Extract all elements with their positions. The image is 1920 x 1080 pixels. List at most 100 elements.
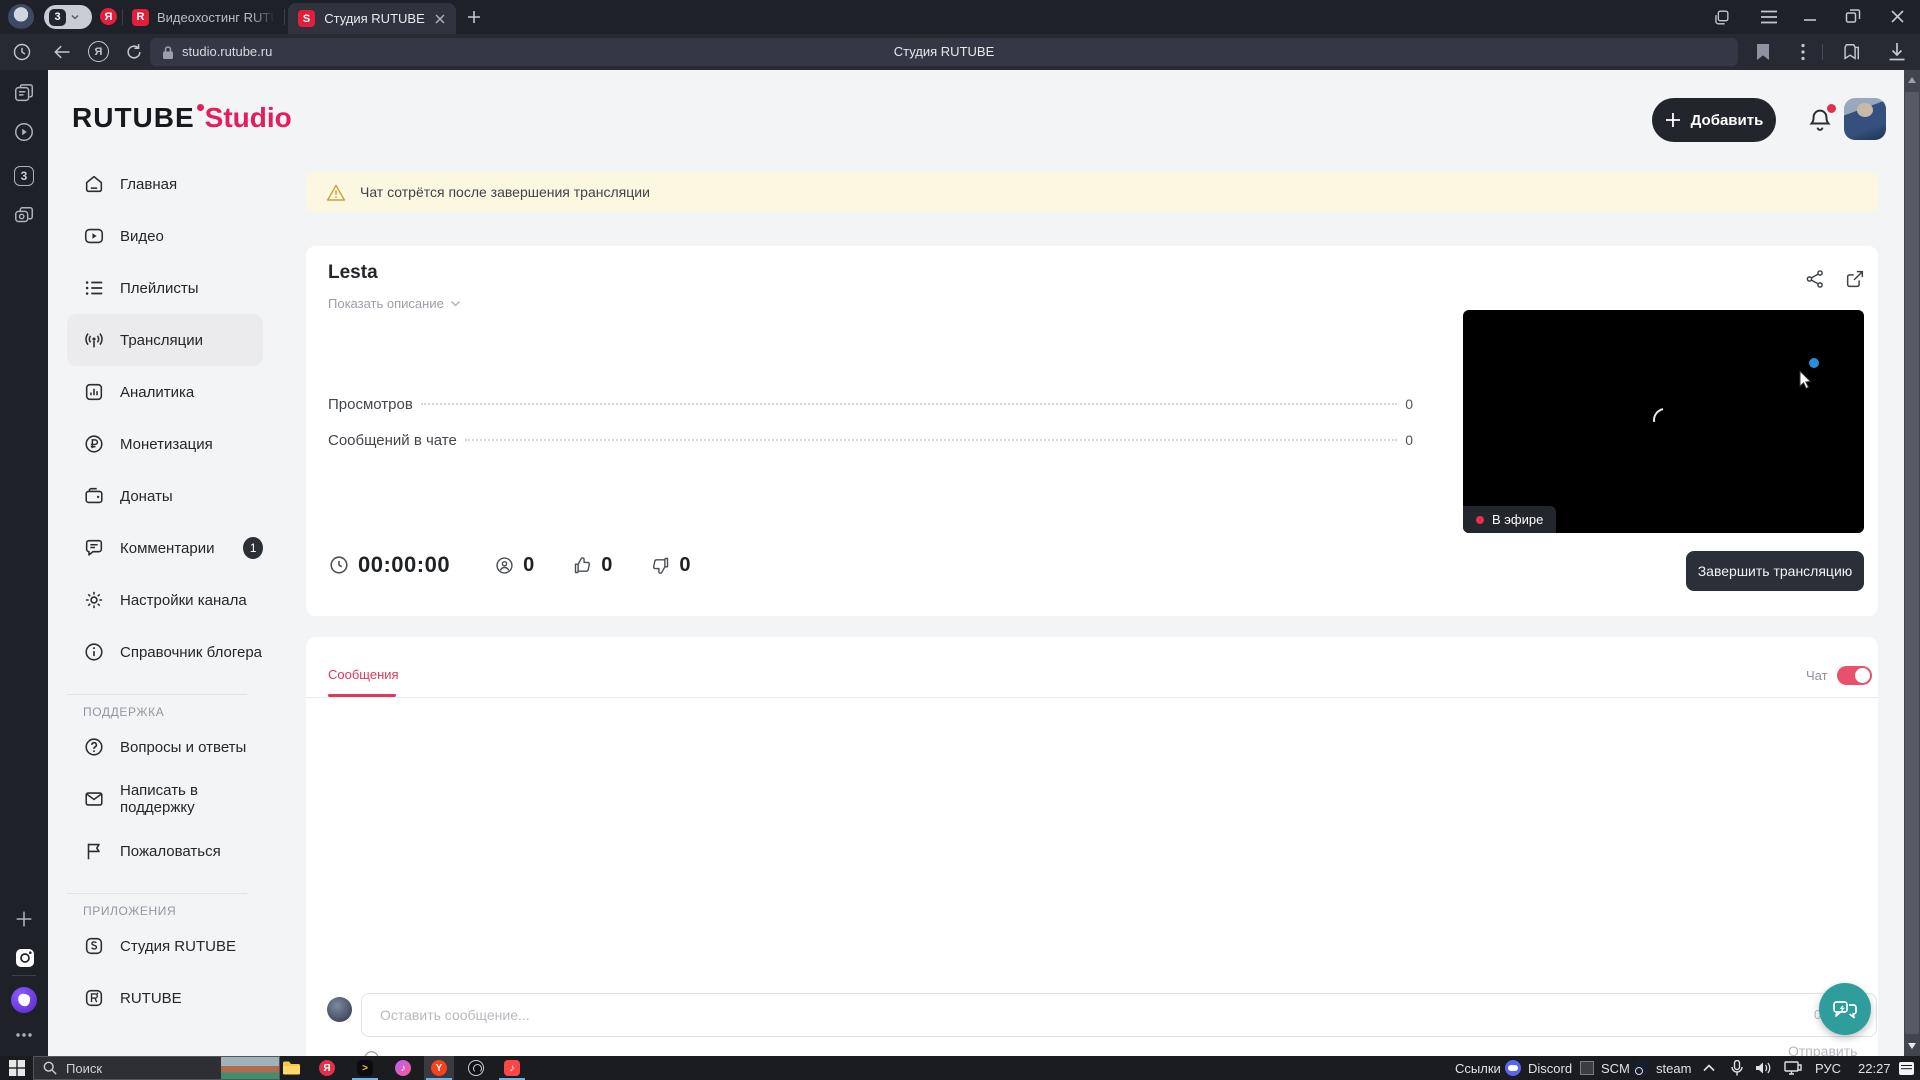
close-window-icon[interactable] [1890, 9, 1905, 24]
sidebar-item-home[interactable]: Главная [67, 158, 263, 210]
sidebar-item-report[interactable]: Пожаловаться [67, 825, 263, 877]
chat-user-avatar [327, 997, 352, 1022]
sidebar-item-faq[interactable]: Вопросы и ответы [67, 721, 263, 773]
browser-toolbar: Я studio.rutube.ru Студия RUTUBE [0, 34, 1920, 70]
collections-icon[interactable] [1840, 42, 1862, 62]
tabs-count-panel-icon[interactable]: 3 [14, 166, 34, 186]
chat-message-input[interactable] [361, 993, 1877, 1037]
strip-divider [12, 975, 36, 976]
new-tab-icon[interactable] [466, 9, 482, 25]
share-icon[interactable] [1804, 268, 1826, 290]
tab-messages[interactable]: Сообщения [328, 667, 399, 682]
microphone-icon[interactable] [1731, 1060, 1743, 1076]
stat-value: 0 [1405, 432, 1413, 448]
tab-rutube-video[interactable]: R Видеохостинг RUTUBE. С [126, 0, 284, 34]
download-icon[interactable] [1888, 42, 1906, 62]
sidebar-item-app-rutube[interactable]: RUTUBE [67, 972, 263, 1024]
more-options-icon[interactable] [1800, 43, 1806, 61]
tray-discord[interactable]: Discord [1505, 1056, 1572, 1080]
warning-icon [326, 184, 346, 201]
add-panel-icon[interactable] [13, 908, 35, 930]
tray-steam[interactable]: steam [1633, 1056, 1691, 1080]
mail-icon [85, 792, 103, 806]
end-stream-button[interactable]: Завершить трансляцию [1686, 551, 1864, 591]
add-button[interactable]: Добавить [1652, 98, 1776, 142]
scroll-down-arrow[interactable] [1908, 1043, 1916, 1049]
dislike-icon[interactable] [650, 555, 671, 576]
taskbar-yandex-app[interactable]: Я [312, 1056, 342, 1080]
sidebar-item-contact-support[interactable]: Написать в поддержку [67, 773, 263, 825]
sidebar-item-playlists[interactable]: Плейлисты [67, 262, 263, 314]
support-chat-float-button[interactable] [1819, 983, 1871, 1035]
sidebar-item-comments[interactable]: Комментарии 1 [67, 522, 263, 574]
sidebar-item-broadcasts[interactable]: Трансляции [67, 314, 263, 366]
video-panel-icon[interactable] [13, 121, 35, 143]
sidebar-item-donations[interactable]: Донаты [67, 470, 263, 522]
scroll-up-arrow[interactable] [1908, 77, 1916, 83]
speaker-icon[interactable] [1755, 1061, 1772, 1075]
sidebar-item-label: Комментарии [120, 539, 215, 557]
stream-preview-player[interactable]: В эфире [1463, 310, 1864, 533]
show-description-link[interactable]: Показать описание [328, 296, 461, 311]
taskbar-dark-app[interactable]: > [350, 1056, 380, 1080]
instagram-icon[interactable] [13, 946, 37, 970]
chat-toggle[interactable] [1836, 666, 1872, 685]
network-icon[interactable] [1784, 1061, 1802, 1075]
logo-dot [196, 104, 204, 111]
close-tab-icon[interactable] [434, 13, 446, 25]
chat-warning-banner: Чат сотрётся после завершения трансляции [306, 172, 1878, 212]
sidebar-item-analytics[interactable]: Аналитика [67, 366, 263, 418]
refresh-icon[interactable] [124, 42, 144, 62]
studio-page: RUTUBE Studio Добавить Главная Видео Пле… [48, 70, 1904, 1063]
sidebar-item-app-studio[interactable]: Студия RUTUBE [67, 920, 263, 972]
news-widget-image[interactable] [221, 1057, 279, 1079]
browser-logo-icon[interactable] [8, 4, 34, 30]
alice-assistant-icon[interactable] [11, 987, 37, 1013]
sidebar-item-video[interactable]: Видео [67, 210, 263, 262]
start-button-icon[interactable] [9, 1060, 25, 1076]
language-label: РУС [1815, 1060, 1842, 1076]
rutube-studio-logo[interactable]: RUTUBE Studio [72, 102, 292, 134]
taskbar-obs[interactable] [461, 1056, 491, 1080]
discord-label: Discord [1528, 1060, 1573, 1076]
page-scrollbar[interactable] [1904, 70, 1920, 1056]
user-avatar[interactable] [1844, 98, 1886, 140]
panels-icon[interactable] [1712, 8, 1731, 27]
sidebar-item-monetization[interactable]: Монетизация [67, 418, 263, 470]
history-icon[interactable] [12, 42, 32, 62]
tab-group-pill[interactable]: 3 [44, 5, 92, 29]
taskbar-music2-app[interactable]: ♪ [497, 1056, 527, 1080]
tab-separator [284, 9, 285, 25]
tabs-divider [306, 697, 1878, 698]
tray-scm[interactable]: SCM [1580, 1056, 1630, 1080]
bookmark-icon[interactable] [1755, 43, 1771, 61]
minimize-icon[interactable] [1803, 12, 1817, 22]
sidebar-item-channel-settings[interactable]: Настройки канала [67, 574, 263, 626]
taskbar-explorer[interactable] [276, 1056, 306, 1080]
clock[interactable]: 22:27 [1858, 1056, 1891, 1080]
taskbar-search[interactable]: Поиск [33, 1056, 280, 1080]
rutube-app-icon [85, 989, 103, 1007]
like-icon[interactable] [572, 555, 593, 576]
strip-more-icon[interactable] [15, 1032, 33, 1038]
links-toolbar[interactable]: Ссылки [1455, 1056, 1501, 1080]
sidebar-item-blogger-guide[interactable]: Справочник блогера [67, 626, 263, 678]
screenshot-panel-icon[interactable] [13, 205, 35, 227]
tab-studio-rutube[interactable]: S Студия RUTUBE [288, 3, 456, 34]
tray-expand-icon[interactable] [1703, 1064, 1715, 1072]
scrollbar-thumb[interactable] [1905, 92, 1919, 1034]
action-center[interactable] [1899, 1056, 1914, 1080]
language-indicator[interactable]: РУС [1815, 1056, 1841, 1080]
feed-panel-icon[interactable] [13, 83, 35, 105]
scm-label: SCM [1601, 1060, 1630, 1076]
address-bar[interactable]: studio.rutube.ru Студия RUTUBE [150, 38, 1738, 66]
maximize-icon[interactable] [1845, 8, 1861, 24]
sidebar-item-label: Вопросы и ответы [120, 738, 247, 756]
taskbar-music-app[interactable]: ♪ [388, 1056, 418, 1080]
yandex-button[interactable]: Я [88, 41, 109, 62]
back-icon[interactable] [52, 43, 72, 61]
taskbar-yandex-browser[interactable]: Y [424, 1056, 454, 1080]
external-link-icon[interactable] [1844, 268, 1866, 290]
menu-icon[interactable] [1760, 9, 1778, 25]
pinned-tab-yandex[interactable]: Я [100, 8, 117, 25]
